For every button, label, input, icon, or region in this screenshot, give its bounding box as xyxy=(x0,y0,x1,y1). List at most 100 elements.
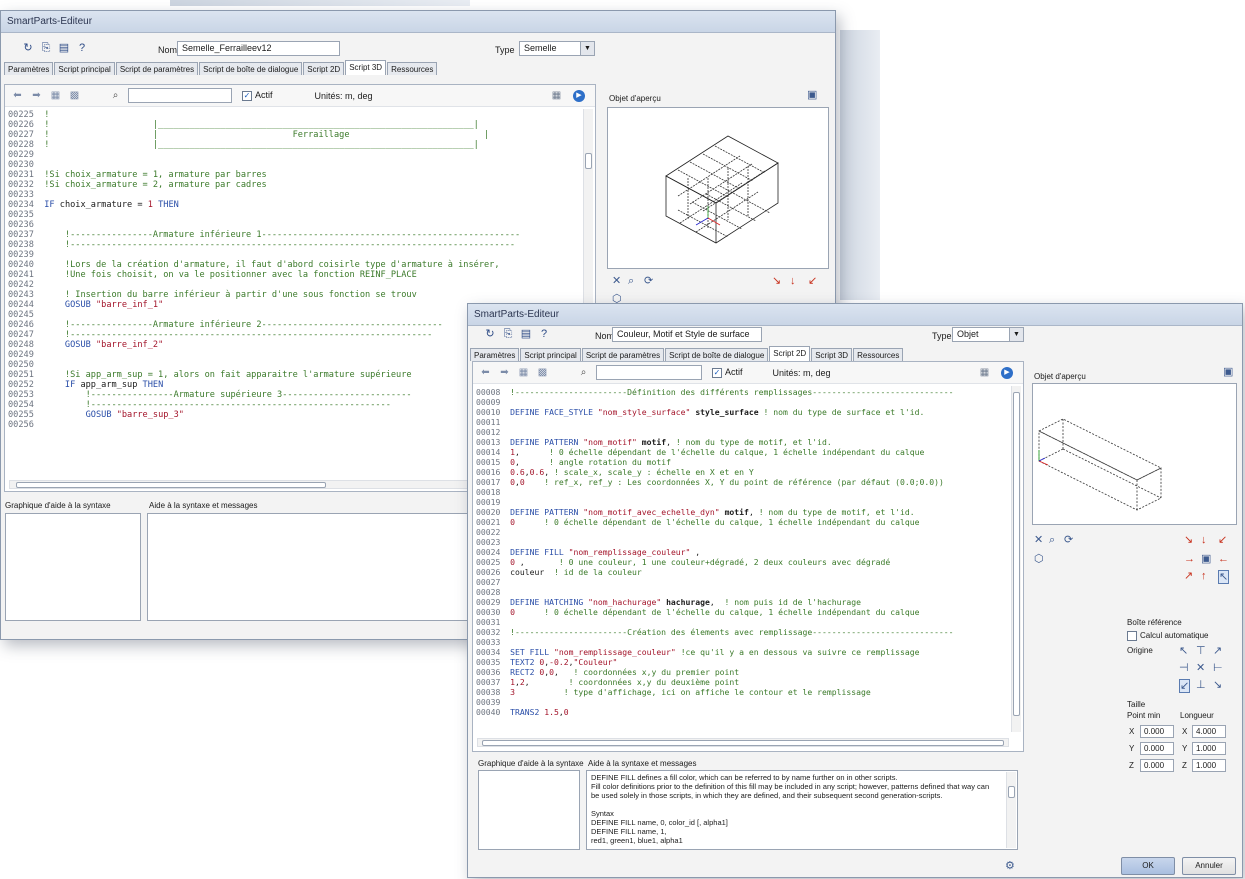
tab-4[interactable]: Script 2D xyxy=(303,62,345,75)
help-icon[interactable]: ? xyxy=(75,41,89,55)
tab-5[interactable]: Script 3D xyxy=(345,60,387,75)
name-input[interactable]: Couleur, Motif et Style de surface xyxy=(612,327,762,342)
pmin-y-input[interactable]: 0.000 xyxy=(1140,742,1174,755)
tab-4[interactable]: Script 2D xyxy=(769,346,811,361)
origin-s-icon[interactable]: ⊥ xyxy=(1196,679,1206,691)
3d-preview-canvas[interactable] xyxy=(1032,383,1237,525)
search-icon[interactable]: ⌕ xyxy=(577,366,590,379)
tab-3[interactable]: Script de boîte de dialogue xyxy=(199,62,303,75)
insert-icon[interactable]: ▦ xyxy=(550,89,563,102)
code-area[interactable]: 00008 !-----------------------Définition… xyxy=(476,387,1006,731)
insert-image-icon[interactable]: ▩ xyxy=(68,89,81,102)
cancel-button[interactable]: Annuler xyxy=(1182,857,1236,875)
tab-1[interactable]: Script principal xyxy=(520,348,581,361)
len-z-input[interactable]: 1.000 xyxy=(1192,759,1226,772)
origin-e-icon[interactable]: ⊢ xyxy=(1213,662,1223,674)
run-icon[interactable]: ▶ xyxy=(573,90,585,102)
syntax-messages-label: Aide à la syntaxe et messages xyxy=(588,759,697,768)
horizontal-scrollbar[interactable] xyxy=(477,738,1009,747)
redo-icon[interactable]: ➡ xyxy=(30,89,43,102)
arrow-se-icon[interactable]: ↘ xyxy=(772,275,781,287)
actif-checkbox[interactable]: ✓ Actif xyxy=(712,367,743,378)
open-icon[interactable]: ⎘ xyxy=(39,41,53,55)
3d-preview-canvas[interactable] xyxy=(607,107,829,269)
tab-6[interactable]: Ressources xyxy=(387,62,438,75)
insert-icon[interactable]: ▦ xyxy=(49,89,62,102)
search-input[interactable] xyxy=(128,88,232,103)
search-input[interactable] xyxy=(596,365,702,380)
arrow-down-icon[interactable]: ↓ xyxy=(790,275,796,287)
preview-label: Objet d'aperçu xyxy=(609,94,661,103)
arrow-ne-icon[interactable]: ↗ xyxy=(1184,570,1193,582)
open-icon[interactable]: ⎘ xyxy=(501,327,515,341)
ok-button[interactable]: OK xyxy=(1121,857,1175,875)
orbit-icon[interactable]: ⟳ xyxy=(1064,534,1073,546)
origin-se-icon[interactable]: ↘ xyxy=(1213,679,1222,691)
zoom-icon[interactable]: ⌕ xyxy=(1049,534,1055,546)
refresh-icon[interactable]: ↻ xyxy=(483,327,497,341)
tab-5[interactable]: Script 3D xyxy=(811,348,853,361)
type-select[interactable]: Objet ▼ xyxy=(952,327,1024,342)
run-icon[interactable]: ▶ xyxy=(1001,367,1013,379)
insert-icon[interactable]: ▦ xyxy=(517,366,530,379)
undo-icon[interactable]: ⬅ xyxy=(479,366,492,379)
arrow-sw-icon[interactable]: ↙ xyxy=(1218,534,1227,546)
gear-icon[interactable]: ⚙ xyxy=(1005,860,1015,872)
insert-icon[interactable]: ▦ xyxy=(978,366,991,379)
origin-n-icon[interactable]: ⊤ xyxy=(1196,645,1206,657)
pmin-y-label: Y xyxy=(1129,744,1135,753)
len-y-input[interactable]: 1.000 xyxy=(1192,742,1226,755)
help-scrollbar[interactable] xyxy=(1006,772,1016,848)
len-x-input[interactable]: 4.000 xyxy=(1192,725,1226,738)
zoom-icon[interactable]: ⌕ xyxy=(628,275,634,287)
tab-2[interactable]: Script de paramètres xyxy=(115,62,199,75)
preview-camera-icon[interactable]: ▣ xyxy=(807,89,817,101)
origin-center-icon[interactable]: ✕ xyxy=(1196,662,1205,674)
name-input[interactable]: Semelle_Ferrailleev12 xyxy=(177,41,340,56)
arrow-right-icon[interactable]: → xyxy=(1184,553,1195,565)
zoom-fit-icon[interactable]: ✕ xyxy=(612,275,621,287)
refresh-icon[interactable]: ↻ xyxy=(21,41,35,55)
origin-nw-icon[interactable]: ↖ xyxy=(1179,645,1188,657)
help-icon[interactable]: ? xyxy=(537,327,551,341)
arrow-left-icon[interactable]: ← xyxy=(1218,553,1229,565)
arrow-down-icon[interactable]: ↓ xyxy=(1201,534,1207,546)
tab-bar: Paramètres Script principal Script de para… xyxy=(4,60,438,75)
vertical-scrollbar[interactable] xyxy=(1011,386,1021,732)
save-icon[interactable]: ▤ xyxy=(57,41,71,55)
help-line: DEFINE FILL defines a fill color, which … xyxy=(591,773,898,782)
tab-0[interactable]: Paramètres xyxy=(470,348,520,361)
arrow-nw-icon[interactable]: ↖ xyxy=(1218,570,1230,584)
tab-1[interactable]: Script principal xyxy=(54,62,115,75)
origin-ne-icon[interactable]: ↗ xyxy=(1213,645,1222,657)
syntax-graphic-label: Graphique d'aide à la syntaxe xyxy=(478,759,584,768)
origin-w-icon[interactable]: ⊣ xyxy=(1179,662,1189,674)
actif-checkbox[interactable]: ✓ Actif xyxy=(242,90,273,101)
center-icon[interactable]: ▣ xyxy=(1201,553,1211,565)
tab-6[interactable]: Ressources xyxy=(853,348,904,361)
boite-reference-label: Boîte référence xyxy=(1127,618,1182,627)
pmin-z-input[interactable]: 0.000 xyxy=(1140,759,1174,772)
orbit-icon[interactable]: ⟳ xyxy=(644,275,653,287)
type-label: Type xyxy=(932,331,952,341)
insert-image-icon[interactable]: ▩ xyxy=(536,366,549,379)
origin-sw-icon[interactable]: ↙ xyxy=(1179,679,1191,693)
arrow-sw-icon[interactable]: ↙ xyxy=(808,275,817,287)
tab-2[interactable]: Script de paramètres xyxy=(581,348,665,361)
window-glow xyxy=(840,30,880,300)
tab-3[interactable]: Script de boîte de dialogue xyxy=(665,348,769,361)
redo-icon[interactable]: ➡ xyxy=(498,366,511,379)
calcul-auto-checkbox[interactable]: Calcul automatique xyxy=(1127,630,1208,641)
pmin-x-input[interactable]: 0.000 xyxy=(1140,725,1174,738)
save-icon[interactable]: ▤ xyxy=(519,327,533,341)
arrow-se-icon[interactable]: ↘ xyxy=(1184,534,1193,546)
arrow-up-icon[interactable]: ↑ xyxy=(1201,570,1207,582)
cube-icon[interactable]: ⬡ xyxy=(1034,553,1044,565)
tab-0[interactable]: Paramètres xyxy=(4,62,54,75)
search-icon[interactable]: ⌕ xyxy=(109,89,122,102)
zoom-fit-icon[interactable]: ✕ xyxy=(1034,534,1043,546)
type-select[interactable]: Semelle ▼ xyxy=(519,41,595,56)
preview-camera-icon[interactable]: ▣ xyxy=(1223,366,1233,378)
undo-icon[interactable]: ⬅ xyxy=(11,89,24,102)
syntax-help-text: DEFINE FILL defines a fill color, which … xyxy=(591,773,1001,845)
